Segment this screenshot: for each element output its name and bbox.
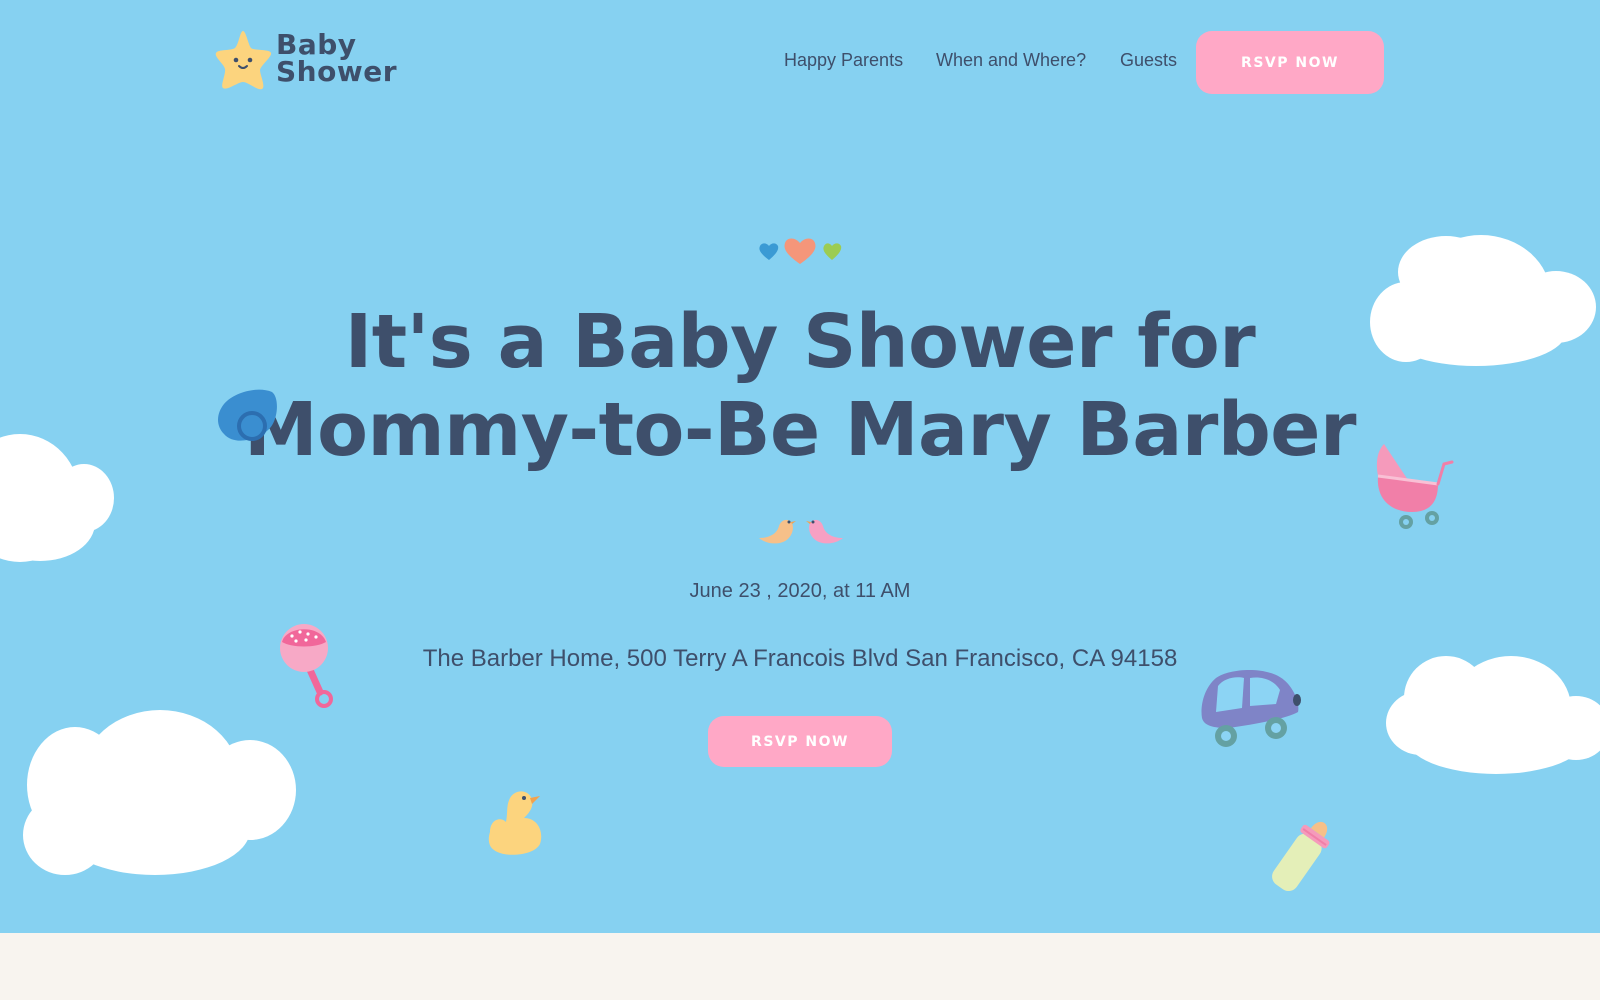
- event-date: June 23 , 2020, at 11 AM: [689, 580, 911, 602]
- logo-line-1: Baby: [276, 28, 357, 61]
- stroller-icon: [1376, 444, 1454, 529]
- duck-icon: [488, 791, 542, 855]
- hero-section: Baby Shower Happy Parents When and Where…: [0, 0, 1600, 933]
- rsvp-nav-button[interactable]: RSVP NOW: [1196, 31, 1384, 94]
- next-section-band: [0, 933, 1600, 1000]
- baby-bottle-icon: [1272, 821, 1330, 892]
- star-logo-icon: [215, 31, 272, 90]
- pacifier-icon: [218, 389, 277, 441]
- rsvp-hero-button[interactable]: RSVP NOW: [708, 716, 892, 767]
- birds-icon: [759, 519, 843, 544]
- cloud-icon: [23, 710, 296, 875]
- nav-link-guests[interactable]: Guests: [1120, 50, 1177, 71]
- nav-link-when-and-where[interactable]: When and Where?: [936, 50, 1086, 71]
- rattle-icon: [280, 624, 333, 708]
- nav-link-happy-parents[interactable]: Happy Parents: [784, 50, 903, 71]
- logo-line-2: Shower: [276, 55, 398, 88]
- event-address: The Barber Home, 500 Terry A Francois Bl…: [422, 645, 1178, 672]
- title-line-1: It's a Baby Shower for: [344, 299, 1256, 385]
- toy-car-icon: [1201, 670, 1301, 747]
- logo-text: Baby Shower: [276, 28, 398, 88]
- hearts-icon: [759, 238, 842, 264]
- logo[interactable]: Baby Shower: [213, 28, 403, 94]
